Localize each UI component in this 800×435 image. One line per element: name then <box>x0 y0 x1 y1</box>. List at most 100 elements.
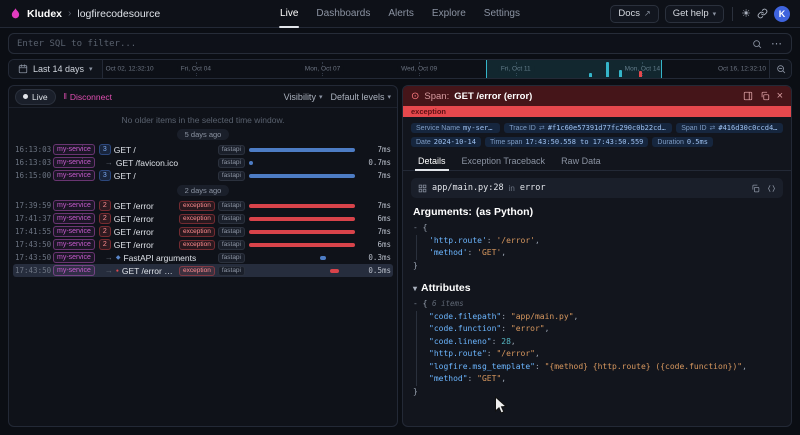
span-count-chip[interactable]: 2 <box>99 213 111 224</box>
user-avatar[interactable]: K <box>774 6 790 22</box>
meta-badge-span-id[interactable]: Span ID⇄#416d30c0ccd46cd0 <box>676 123 783 133</box>
meta-row: Service Namemy-service Trace ID⇄#f1c60e57… <box>411 123 783 133</box>
code-line: 'http.route': '/error', <box>416 235 781 248</box>
app-root: { "icons": { "external_link": "↗", "chev… <box>0 0 800 435</box>
visibility-dropdown[interactable]: Visibility ▾ <box>284 92 323 102</box>
trace-time: 17:41:37 <box>15 214 49 223</box>
get-help-button[interactable]: Get help ▾ <box>665 5 724 23</box>
trace-tags: exceptionfastapi <box>179 201 245 211</box>
chevron-down-icon: ▾ <box>89 65 93 73</box>
trace-time: 16:13:03 <box>15 158 49 167</box>
meta-label: Trace ID <box>509 125 536 132</box>
meta-value: #f1c60e57391d77fc290c0b22cd4ef093 <box>548 124 667 132</box>
open-in-panel-icon[interactable] <box>743 91 753 101</box>
meta-label: Date <box>416 139 431 146</box>
trace-row[interactable]: 17:43:50my-service→◆FastAPI argumentsfas… <box>13 251 393 264</box>
code-location-row[interactable]: app/main.py:28 in error <box>411 178 783 198</box>
code-token: : <box>501 324 511 333</box>
docs-label: Docs <box>618 8 640 19</box>
code-token: "http.route" <box>429 349 487 358</box>
code-token: , <box>535 236 540 245</box>
timeline[interactable]: Oct 02, 12:32:10Fri, Oct 04Mon, Oct 07We… <box>103 60 769 78</box>
detail-tabs: DetailsException TracebackRaw Data <box>403 151 791 171</box>
span-count-chip[interactable]: 2 <box>99 226 111 237</box>
code-token: : <box>487 349 497 358</box>
nav-dashboards[interactable]: Dashboards <box>307 0 379 28</box>
duration-label: 0.3ms <box>365 253 391 262</box>
code-token: : <box>501 312 511 321</box>
duration-label: 7ms <box>365 227 391 236</box>
trace-row[interactable]: 16:13:03my-service→GET /favicon.icofasta… <box>13 156 393 169</box>
arguments-heading[interactable]: Arguments: (as Python) <box>413 206 781 218</box>
copy-icon[interactable] <box>751 184 760 193</box>
copy-code-icon[interactable] <box>767 184 776 193</box>
empty-window-notice: No older items in the selected time wind… <box>9 108 397 126</box>
trace-row[interactable]: 16:15:00my-service3GET /fastapi7ms <box>13 169 393 182</box>
code-token: , <box>501 248 506 257</box>
duration-bar <box>249 161 253 165</box>
meta-badge-date[interactable]: Date2024-10-14 <box>411 137 481 147</box>
code-token: , <box>742 362 747 371</box>
collapse-toggle[interactable]: - <box>413 299 423 308</box>
more-options-icon[interactable]: ⋯ <box>771 37 783 50</box>
code-token: } <box>413 387 418 396</box>
dot-icon: ● <box>116 268 119 274</box>
timeline-tick-label: Fri, Oct 04 <box>178 66 214 73</box>
span-count-chip[interactable]: 3 <box>99 170 111 181</box>
span-count-chip[interactable]: 3 <box>99 144 111 155</box>
breadcrumb-org[interactable]: Kludex <box>27 8 62 20</box>
calendar-icon <box>18 64 28 74</box>
trace-row[interactable]: 17:43:50my-service2GET /errorexceptionfa… <box>13 238 393 251</box>
close-icon[interactable]: × <box>777 91 783 102</box>
zoom-out-button[interactable] <box>769 60 791 78</box>
span-name: GET /error <box>114 240 154 250</box>
trace-row[interactable]: 17:41:37my-service2GET /errorexceptionfa… <box>13 212 393 225</box>
nav-settings[interactable]: Settings <box>475 0 529 28</box>
trace-time: 16:13:03 <box>15 145 49 154</box>
live-toggle[interactable]: Live <box>15 89 56 105</box>
meta-value: 0.5ms <box>687 138 708 146</box>
nav-explore[interactable]: Explore <box>423 0 475 28</box>
trace-row[interactable]: 17:39:59my-service2GET /errorexceptionfa… <box>13 199 393 212</box>
time-group-chip: 5 days ago <box>177 129 230 140</box>
service-badge: my-service <box>53 239 95 250</box>
meta-badge-time-span[interactable]: Time span17:43:50.558 to 17:43:50.559 <box>485 137 648 147</box>
duration-bar-track <box>249 199 361 212</box>
logfire-logo-icon[interactable] <box>10 7 21 20</box>
span-name: FastAPI arguments <box>123 253 196 263</box>
copy-icon[interactable] <box>760 91 770 101</box>
nav-live[interactable]: Live <box>271 0 307 28</box>
exception-badge: exception <box>179 266 215 276</box>
default-levels-dropdown[interactable]: Default levels ▾ <box>330 92 391 102</box>
meta-badge-service-name[interactable]: Service Namemy-service <box>411 123 500 133</box>
share-link-icon[interactable] <box>757 8 768 19</box>
tab-raw-data[interactable]: Raw Data <box>554 153 608 170</box>
duration-bar-track <box>249 225 361 238</box>
tab-exception-traceback[interactable]: Exception Traceback <box>455 153 553 170</box>
trace-row[interactable]: 17:41:55my-service2GET /errorexceptionfa… <box>13 225 393 238</box>
span-name: GET /error (error) <box>122 266 175 276</box>
trace-tags: fastapi <box>218 158 245 168</box>
disconnect-button[interactable]: ‖ Disconnect <box>64 92 112 102</box>
theme-toggle-icon[interactable]: ☀ <box>741 7 751 20</box>
trace-row[interactable]: 16:13:03my-service3GET /fastapi7ms <box>13 143 393 156</box>
collapse-toggle[interactable]: - <box>413 223 423 232</box>
nav-alerts[interactable]: Alerts <box>379 0 423 28</box>
fastapi-badge: fastapi <box>218 201 245 211</box>
breadcrumb-project[interactable]: logfirecodesource <box>77 8 160 20</box>
sql-filter-input[interactable] <box>8 33 792 54</box>
span-count-chip[interactable]: 2 <box>99 239 111 250</box>
span-count-chip[interactable]: 2 <box>99 200 111 211</box>
collapse-chevron-icon: ▾ <box>413 284 417 293</box>
attributes-heading[interactable]: ▾ Attributes <box>413 282 781 294</box>
meta-badge-trace-id[interactable]: Trace ID⇄#f1c60e57391d77fc290c0b22cd4ef0… <box>504 123 672 133</box>
docs-button[interactable]: Docs ↗ <box>610 5 658 23</box>
trace-row[interactable]: 17:43:50my-service→●GET /error (error)ex… <box>13 264 393 277</box>
trace-tags: exceptionfastapi <box>179 227 245 237</box>
search-icon[interactable] <box>752 39 762 49</box>
meta-badge-duration[interactable]: Duration0.5ms <box>652 137 713 147</box>
tab-details[interactable]: Details <box>411 153 453 170</box>
timeline-tick-label: Oct 02, 12:32:10 <box>103 66 157 73</box>
trace-main: 2GET /error <box>99 239 175 250</box>
time-range-selector[interactable]: Last 14 days ▾ <box>9 60 103 78</box>
